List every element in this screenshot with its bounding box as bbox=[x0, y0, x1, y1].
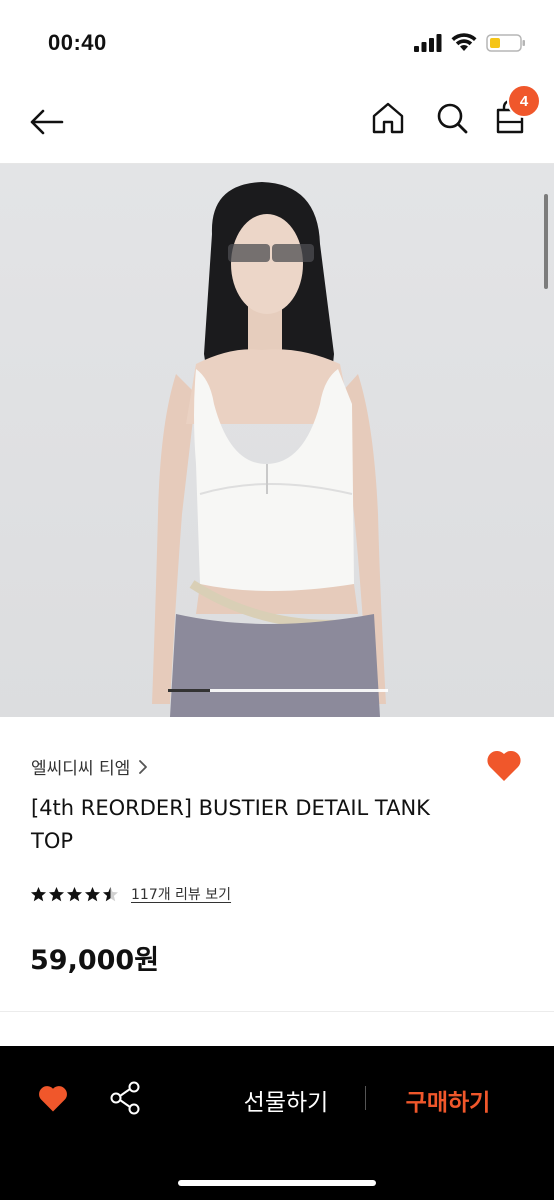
star-icon bbox=[31, 886, 46, 901]
buy-button[interactable]: 구매하기 bbox=[390, 1080, 506, 1120]
bottom-like-button[interactable] bbox=[36, 1082, 70, 1114]
brand-link[interactable]: 엘씨디씨 티엠 bbox=[31, 754, 148, 779]
image-scrollbar[interactable] bbox=[544, 194, 548, 289]
back-button[interactable] bbox=[26, 102, 66, 142]
home-indicator bbox=[178, 1180, 376, 1186]
rating-row: 117개 리뷰 보기 bbox=[30, 884, 231, 904]
star-icon bbox=[67, 886, 82, 901]
rating-stars bbox=[30, 886, 119, 903]
carousel-progress bbox=[168, 689, 388, 692]
heart-icon bbox=[487, 750, 521, 781]
brand-name: 엘씨디씨 티엠 bbox=[31, 759, 131, 779]
gift-button[interactable]: 선물하기 bbox=[228, 1080, 344, 1120]
star-icon bbox=[85, 886, 100, 901]
battery-icon bbox=[486, 34, 525, 52]
bottom-action-bar: 선물하기 구매하기 bbox=[0, 1046, 554, 1200]
product-image-carousel[interactable] bbox=[0, 164, 554, 717]
divider bbox=[0, 1011, 554, 1012]
carousel-progress-fill bbox=[168, 689, 210, 692]
product-title: [4th REORDER] BUSTIER DETAIL TANK TOP bbox=[31, 796, 430, 853]
home-button[interactable] bbox=[368, 98, 408, 138]
back-arrow-icon bbox=[30, 109, 64, 135]
nav-bar bbox=[0, 84, 554, 164]
button-separator bbox=[365, 1086, 366, 1110]
search-icon bbox=[437, 103, 468, 134]
home-icon bbox=[372, 102, 404, 134]
star-icon bbox=[103, 886, 118, 901]
share-icon bbox=[110, 1081, 140, 1115]
share-button[interactable] bbox=[108, 1080, 142, 1116]
cart-count-badge: 4 bbox=[507, 84, 541, 118]
product-price: 59,000원 bbox=[30, 945, 160, 976]
like-button[interactable] bbox=[484, 746, 524, 784]
star-icon bbox=[49, 886, 64, 901]
wifi-icon bbox=[451, 33, 477, 51]
product-photo bbox=[152, 182, 386, 717]
chevron-right-icon bbox=[139, 759, 148, 774]
reviews-link[interactable]: 117개 리뷰 보기 bbox=[131, 884, 231, 904]
heart-icon bbox=[39, 1086, 67, 1112]
status-bar: 00:40 bbox=[0, 0, 554, 84]
status-time: 00:40 bbox=[48, 30, 107, 55]
cellular-signal-icon bbox=[414, 34, 442, 52]
search-button[interactable] bbox=[432, 98, 472, 138]
